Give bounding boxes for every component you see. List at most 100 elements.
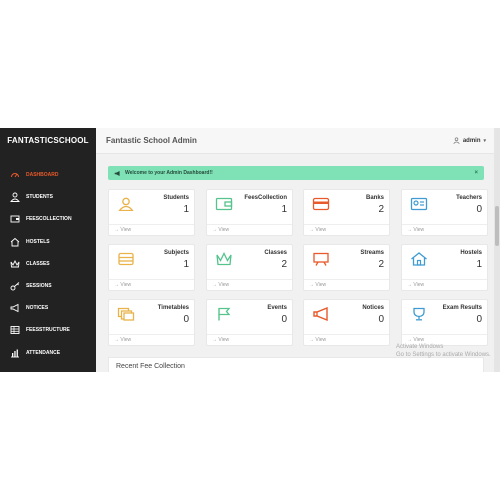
view-label: View — [218, 337, 230, 343]
chart-icon — [9, 348, 21, 358]
user-menu[interactable]: admin ▾ — [453, 137, 486, 144]
alert-text: Welcome to your Admin Dashboard!! — [125, 170, 213, 176]
card-count: 2 — [281, 259, 287, 270]
sidebar-item-sessions[interactable]: SESSIONS — [0, 275, 96, 297]
sidebar-item-classes[interactable]: CLASSES — [0, 253, 96, 275]
card-count: 2 — [378, 204, 384, 215]
chevron-down-icon: ▾ — [483, 137, 486, 144]
card-title: Streams — [360, 250, 384, 256]
card-view-link[interactable]: → View — [109, 334, 194, 345]
card-view-link[interactable]: → View — [109, 224, 194, 235]
stat-card-classes[interactable]: Classes 2 → View — [206, 244, 293, 291]
sidebar-item-label: FEESSTRUCTURE — [26, 327, 70, 334]
books-icon — [117, 252, 135, 266]
card-title: Teachers — [456, 195, 482, 201]
stat-card-teachers[interactable]: Teachers 0 → View — [401, 189, 488, 236]
home-icon — [9, 237, 21, 247]
megaphone-icon — [9, 303, 21, 313]
dashboard-icon — [9, 170, 21, 180]
stat-card-banks[interactable]: Banks 2 → View — [303, 189, 390, 236]
view-label: View — [413, 282, 425, 288]
card-view-link[interactable]: → View — [207, 279, 292, 290]
view-label: View — [218, 227, 230, 233]
sidebar-item-label: STUDENTS — [26, 194, 53, 201]
stat-card-events[interactable]: Events 0 → View — [206, 299, 293, 346]
top-bar: Fantastic School Admin admin ▾ — [96, 128, 494, 154]
stat-card-hostels[interactable]: Hostels 1 → View — [401, 244, 488, 291]
card-view-link[interactable]: → View — [304, 279, 389, 290]
sidebar-item-label: ATTENDANCE — [26, 349, 61, 356]
brand-logo[interactable]: FANTASTICSCHOOL — [0, 128, 96, 154]
user-name: admin — [462, 137, 481, 144]
crown-icon — [9, 259, 21, 269]
stat-card-feescollection[interactable]: FeesCollection 1 → View — [206, 189, 293, 236]
stat-card-students[interactable]: Students 1 → View — [108, 189, 195, 236]
card-count: 1 — [183, 259, 189, 270]
card-view-link[interactable]: → View — [109, 279, 194, 290]
panel-title: Recent Fee Collection — [116, 363, 185, 370]
stat-card-exam-results[interactable]: Exam Results 0 → View — [401, 299, 488, 346]
flag-icon — [215, 307, 233, 321]
sidebar-item-hostels[interactable]: HOSTELS — [0, 231, 96, 253]
id-card-icon — [410, 197, 428, 211]
watermark-line: Activate Windows — [396, 344, 444, 350]
scrollbar[interactable] — [494, 128, 500, 372]
stat-card-timetables[interactable]: Timetables 0 → View — [108, 299, 195, 346]
user-icon — [117, 197, 135, 212]
sidebar-item-feescollection[interactable]: FEESCOLLECTION — [0, 208, 96, 230]
card-count: 0 — [281, 314, 287, 325]
card-title: Students — [163, 195, 189, 201]
close-icon[interactable]: × — [474, 170, 478, 176]
card-view-link[interactable]: → View — [207, 334, 292, 345]
card-title: Hostels — [460, 250, 482, 256]
wallet-icon — [9, 214, 21, 224]
view-label: View — [315, 337, 327, 343]
key-icon — [9, 281, 21, 291]
card-count: 0 — [476, 204, 482, 215]
user-icon — [453, 137, 460, 144]
sidebar-item-attendance[interactable]: ATTENDANCE — [0, 342, 96, 364]
card-view-link[interactable]: → View — [207, 224, 292, 235]
view-label: View — [413, 227, 425, 233]
sidebar-item-label: CLASSES — [26, 260, 50, 267]
card-title: Timetables — [157, 305, 189, 311]
stat-card-subjects[interactable]: Subjects 1 → View — [108, 244, 195, 291]
card-view-link[interactable]: → View — [304, 224, 389, 235]
card-view-link[interactable]: → View — [304, 334, 389, 345]
card-count: 1 — [476, 259, 482, 270]
sidebar-nav: DASHBOARD STUDENTS FEESCOLLECTION HOSTEL… — [0, 164, 96, 364]
scrollbar-thumb[interactable] — [495, 206, 499, 246]
sidebar-item-dashboard[interactable]: DASHBOARD — [0, 164, 96, 186]
megaphone-icon — [312, 306, 330, 322]
card-count: 2 — [378, 259, 384, 270]
card-view-link[interactable]: → View — [402, 279, 487, 290]
user-icon — [9, 192, 21, 203]
credit-card-icon — [312, 197, 330, 211]
page-title: Fantastic School Admin — [106, 136, 197, 145]
sidebar-item-notices[interactable]: NOTICES — [0, 297, 96, 319]
card-view-link[interactable]: → View — [402, 224, 487, 235]
sidebar-item-label: SESSIONS — [26, 283, 52, 290]
sidebar-item-feesstructure[interactable]: FEESSTRUCTURE — [0, 319, 96, 341]
crown-icon — [215, 252, 233, 266]
view-label: View — [315, 227, 327, 233]
stat-card-streams[interactable]: Streams 2 → View — [303, 244, 390, 291]
layers-icon — [117, 307, 135, 321]
card-title: FeesCollection — [244, 195, 287, 201]
easel-icon — [312, 252, 330, 266]
card-count: 0 — [183, 314, 189, 325]
sidebar-item-students[interactable]: STUDENTS — [0, 186, 96, 208]
card-count: 1 — [183, 204, 189, 215]
welcome-alert: Welcome to your Admin Dashboard!! × — [108, 166, 484, 180]
card-title: Banks — [365, 195, 384, 201]
stat-card-notices[interactable]: Notices 0 → View — [303, 299, 390, 346]
app-window: FANTASTICSCHOOL DASHBOARD STUDENTS FEESC… — [0, 128, 500, 372]
activate-windows-watermark: Activate Windows Go to Settings to activ… — [396, 343, 491, 359]
megaphone-icon — [114, 170, 120, 176]
sidebar-item-label: NOTICES — [26, 305, 49, 312]
card-count: 0 — [378, 314, 384, 325]
sidebar-item-label: DASHBOARD — [26, 172, 59, 179]
main-content: Fantastic School Admin admin ▾ Welcome t… — [96, 128, 494, 372]
view-label: View — [315, 282, 327, 288]
card-title: Events — [267, 305, 287, 311]
